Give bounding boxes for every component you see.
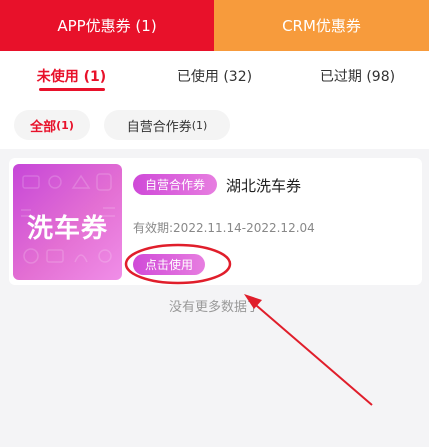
coupon-source-tabs: APP优惠券 (1) CRM优惠券 xyxy=(0,0,429,51)
tab-used[interactable]: 已使用 (32) xyxy=(143,51,286,101)
tab-crm-coupons[interactable]: CRM优惠券 xyxy=(214,0,429,51)
status-tabs: 未使用 (1) 已使用 (32) 已过期 (98) xyxy=(0,51,429,101)
tab-used-label: 已使用 (32) xyxy=(176,69,253,85)
filter-all-count: (1) xyxy=(56,118,74,132)
filter-all[interactable]: 全部 (1) xyxy=(14,110,90,140)
no-more-data-text: 没有更多数据了 xyxy=(168,300,260,315)
tab-expired[interactable]: 已过期 (98) xyxy=(286,51,429,101)
use-coupon-button[interactable]: 点击使用 xyxy=(133,254,205,275)
coupon-validity: 有效期:2022.11.14-2022.12.04 xyxy=(133,221,315,235)
coupon-title: 湖北洗车券 xyxy=(226,177,302,195)
tab-expired-label: 已过期 (98) xyxy=(319,69,396,85)
coupon-thumbnail: 洗车券 xyxy=(13,164,122,280)
filter-coop[interactable]: 自营合作券 (1) xyxy=(104,110,230,140)
filter-bar: 全部 (1) 自营合作券 (1) xyxy=(0,101,429,149)
coupon-type-badge: 自营合作券 xyxy=(133,174,217,195)
tab-unused[interactable]: 未使用 (1) xyxy=(0,51,143,101)
tab-app-coupons[interactable]: APP优惠券 (1) xyxy=(0,0,214,51)
filter-coop-label: 自营合作券 xyxy=(126,119,192,135)
coupon-thumb-text: 洗车券 xyxy=(26,214,108,244)
filter-coop-count: (1) xyxy=(191,118,208,132)
tab-unused-label: 未使用 (1) xyxy=(36,69,107,85)
filter-all-label: 全部 xyxy=(30,119,57,135)
active-tab-underline xyxy=(38,88,105,91)
